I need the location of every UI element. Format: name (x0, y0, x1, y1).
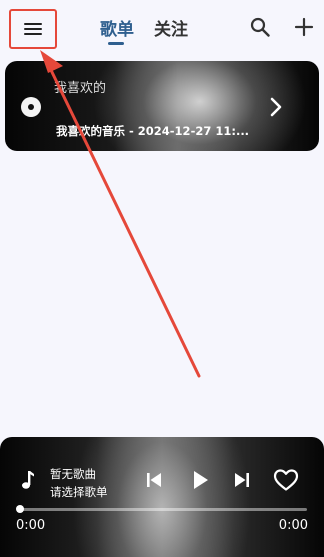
total-time: 0:00 (278, 518, 308, 533)
tab-follow[interactable]: 关注 (154, 15, 188, 40)
disc-icon (21, 97, 41, 117)
favorite-card-subtitle: 我喜欢的音乐 - 2024-12-27 11:... (56, 124, 250, 138)
skip-next-icon[interactable] (233, 471, 251, 489)
progress-thumb[interactable] (16, 505, 24, 513)
top-app-bar: 歌单 关注 (0, 0, 324, 56)
progress-bar[interactable] (19, 508, 307, 511)
search-icon[interactable] (250, 17, 270, 37)
current-time: 0:00 (16, 518, 46, 533)
add-icon[interactable] (294, 17, 314, 37)
favorite-card-title: 我喜欢的 (54, 81, 107, 96)
song-title: 暂无歌曲 (50, 467, 96, 481)
play-icon[interactable] (190, 470, 210, 490)
favorite-playlist-card[interactable]: 我喜欢的 我喜欢的音乐 - 2024-12-27 11:... (5, 61, 319, 151)
active-tab-indicator (108, 42, 124, 45)
mini-player: 暂无歌曲 请选择歌单 0:00 0:00 (0, 437, 324, 557)
chevron-right-icon[interactable] (268, 97, 284, 117)
tab-playlist[interactable]: 歌单 (100, 15, 134, 40)
menu-icon (24, 22, 42, 36)
heart-icon[interactable] (273, 468, 299, 492)
skip-previous-icon[interactable] (145, 471, 163, 489)
menu-button[interactable] (9, 9, 57, 49)
music-note-icon (22, 471, 34, 489)
song-subtitle: 请选择歌单 (50, 485, 108, 499)
